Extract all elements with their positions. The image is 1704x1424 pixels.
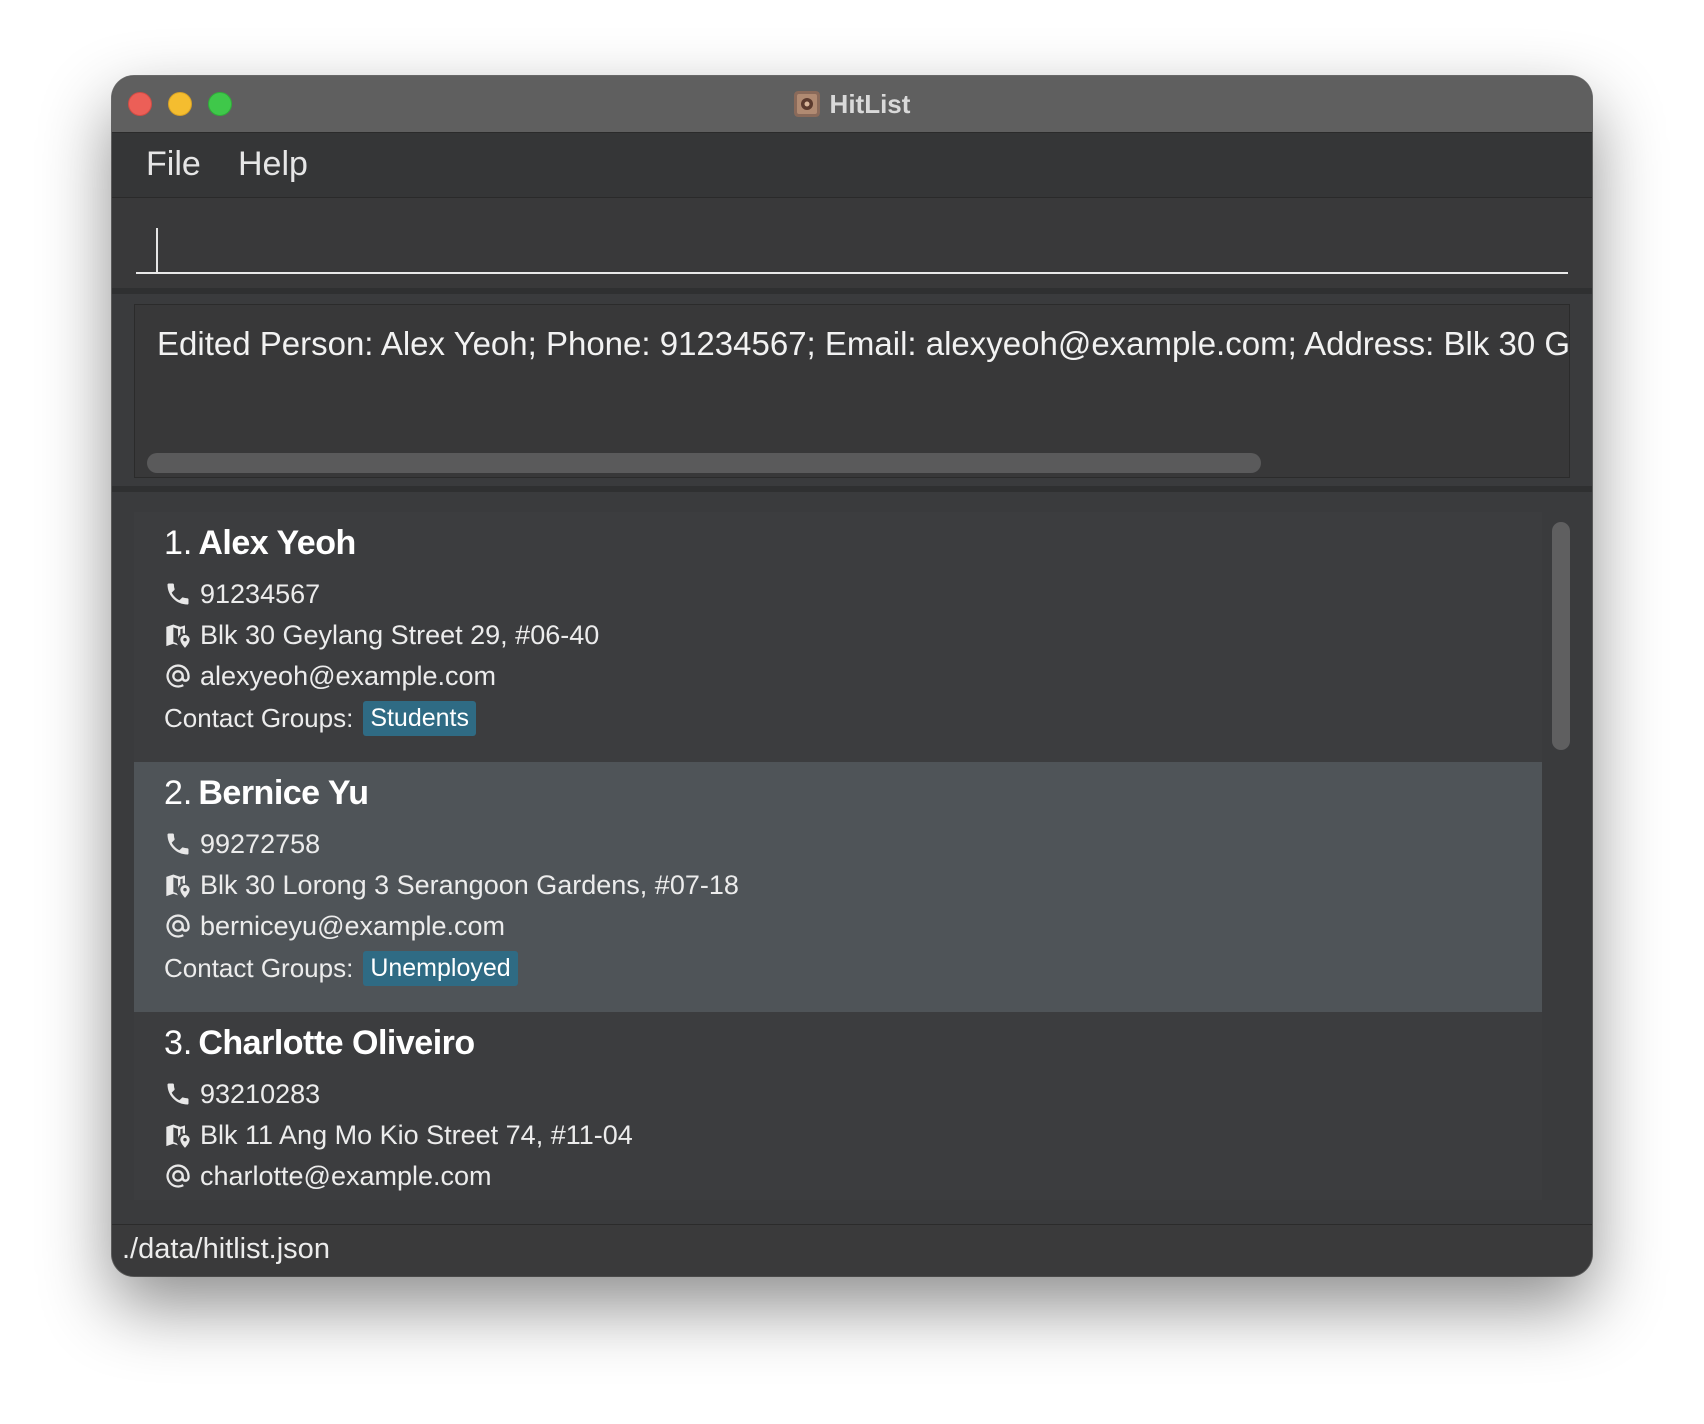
result-scrollbar-thumb[interactable] [147, 453, 1261, 473]
person-email: charlotte@example.com [200, 1160, 492, 1191]
minimize-window-button[interactable] [168, 92, 192, 116]
contact-groups-row: Contact Groups: Students [164, 698, 476, 738]
contact-groups-label: Contact Groups: [164, 952, 354, 983]
person-card[interactable]: 3. Charlotte Oliveiro 93210283 Blk 11 Ang… [134, 1012, 1542, 1200]
contact-groups-label: Contact Groups: [164, 702, 354, 733]
divider [112, 288, 1592, 294]
at-icon [166, 664, 190, 688]
address-row: Blk 30 Geylang Street 29, #06-40 [164, 617, 599, 653]
divider [112, 486, 1592, 492]
result-display: Edited Person: Alex Yeoh; Phone: 9123456… [134, 304, 1570, 478]
close-window-button[interactable] [128, 92, 152, 116]
text-caret [156, 228, 158, 272]
person-name: Bernice Yu [198, 774, 369, 812]
person-address: Blk 30 Lorong 3 Serangoon Gardens, #07-1… [200, 869, 739, 900]
title-group: HitList [112, 76, 1592, 132]
person-name: Charlotte Oliveiro [198, 1024, 475, 1062]
person-address: Blk 11 Ang Mo Kio Street 74, #11-04 [200, 1119, 633, 1150]
menu-file[interactable]: File [142, 145, 205, 184]
person-email: alexyeoh@example.com [200, 660, 497, 691]
phone-icon [167, 833, 189, 855]
phone-row: 99272758 [164, 826, 320, 862]
person-phone: 91234567 [200, 578, 321, 609]
person-header: 1. Alex Yeoh [164, 524, 356, 563]
person-card[interactable]: 1. Alex Yeoh 91234567 Blk 30 Geylang Stre… [134, 512, 1542, 762]
phone-icon [167, 1083, 189, 1105]
contact-groups-row: Contact Groups: Unemployed [164, 948, 518, 988]
list-scrollbar-thumb[interactable] [1552, 522, 1570, 750]
map-icon [166, 624, 190, 648]
command-input[interactable] [136, 212, 1568, 274]
person-email: berniceyu@example.com [200, 910, 506, 941]
person-index: 1. [164, 524, 193, 562]
person-header: 2. Bernice Yu [164, 774, 369, 813]
person-index: 2. [164, 774, 193, 812]
at-icon [166, 1164, 190, 1188]
app-window: HitList File Help Edited Person: Alex Ye… [112, 76, 1592, 1276]
person-address: Blk 30 Geylang Street 29, #06-40 [200, 619, 600, 650]
zoom-window-button[interactable] [208, 92, 232, 116]
map-icon [166, 874, 190, 898]
person-list[interactable]: 1. Alex Yeoh 91234567 Blk 30 Geylang Stre… [134, 512, 1542, 1200]
app-logo-icon [793, 91, 820, 117]
result-horizontal-scrollbar[interactable] [147, 453, 1557, 473]
person-phone: 99272758 [200, 828, 321, 859]
phone-row: 93210283 [164, 1076, 320, 1112]
map-icon [166, 1124, 190, 1148]
contact-group-tag: Unemployed [363, 950, 518, 986]
email-row: alexyeoh@example.com [164, 658, 496, 694]
data-file-path: ./data/hitlist.json [122, 1233, 330, 1265]
at-icon [166, 914, 190, 938]
person-header: 3. Charlotte Oliveiro [164, 1024, 475, 1063]
phone-icon [167, 583, 189, 605]
email-row: charlotte@example.com [164, 1158, 492, 1194]
person-name: Alex Yeoh [198, 524, 356, 562]
address-row: Blk 30 Lorong 3 Serangoon Gardens, #07-1… [164, 867, 739, 903]
menu-help[interactable]: Help [234, 145, 312, 184]
window-title: HitList [829, 88, 911, 119]
address-row: Blk 11 Ang Mo Kio Street 74, #11-04 [164, 1117, 633, 1153]
result-message: Edited Person: Alex Yeoh; Phone: 9123456… [157, 325, 1570, 362]
title-bar[interactable]: HitList [112, 76, 1592, 133]
phone-row: 91234567 [164, 576, 320, 612]
person-index: 3. [164, 1024, 193, 1062]
person-card[interactable]: 2. Bernice Yu 99272758 Blk 30 Lorong 3 Se… [134, 762, 1542, 1012]
command-box [112, 198, 1592, 288]
contact-group-tag: Students [363, 700, 476, 736]
menu-bar: File Help [112, 133, 1592, 198]
person-phone: 93210283 [200, 1078, 321, 1109]
email-row: berniceyu@example.com [164, 908, 505, 944]
list-vertical-scrollbar[interactable] [1542, 512, 1578, 1200]
status-bar: ./data/hitlist.json [112, 1224, 1592, 1276]
